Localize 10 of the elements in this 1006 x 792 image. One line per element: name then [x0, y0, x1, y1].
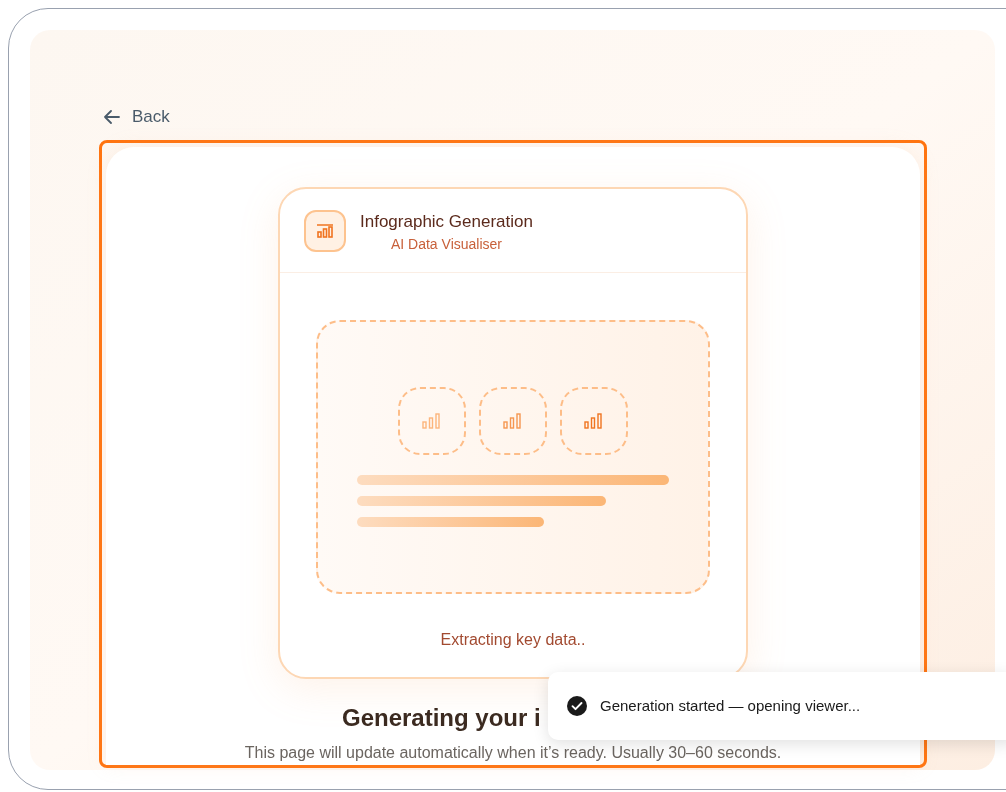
- page-heading: Generating your i: [342, 703, 541, 733]
- card-subtitle: AI Data Visualiser: [390, 235, 502, 254]
- arrow-left-icon: [104, 109, 120, 124]
- card-title: Infographic Generation: [360, 211, 533, 233]
- status-text: Extracting key data..: [440, 630, 586, 650]
- description-text: This page will update automatically when it’s ready. Usually 30–60 seconds.: [244, 743, 782, 763]
- toast-message: Generation started — opening viewer...: [600, 695, 861, 716]
- back-link[interactable]: Back: [104, 104, 170, 130]
- chart-icon: [304, 210, 346, 252]
- check-circle-icon: [566, 695, 588, 717]
